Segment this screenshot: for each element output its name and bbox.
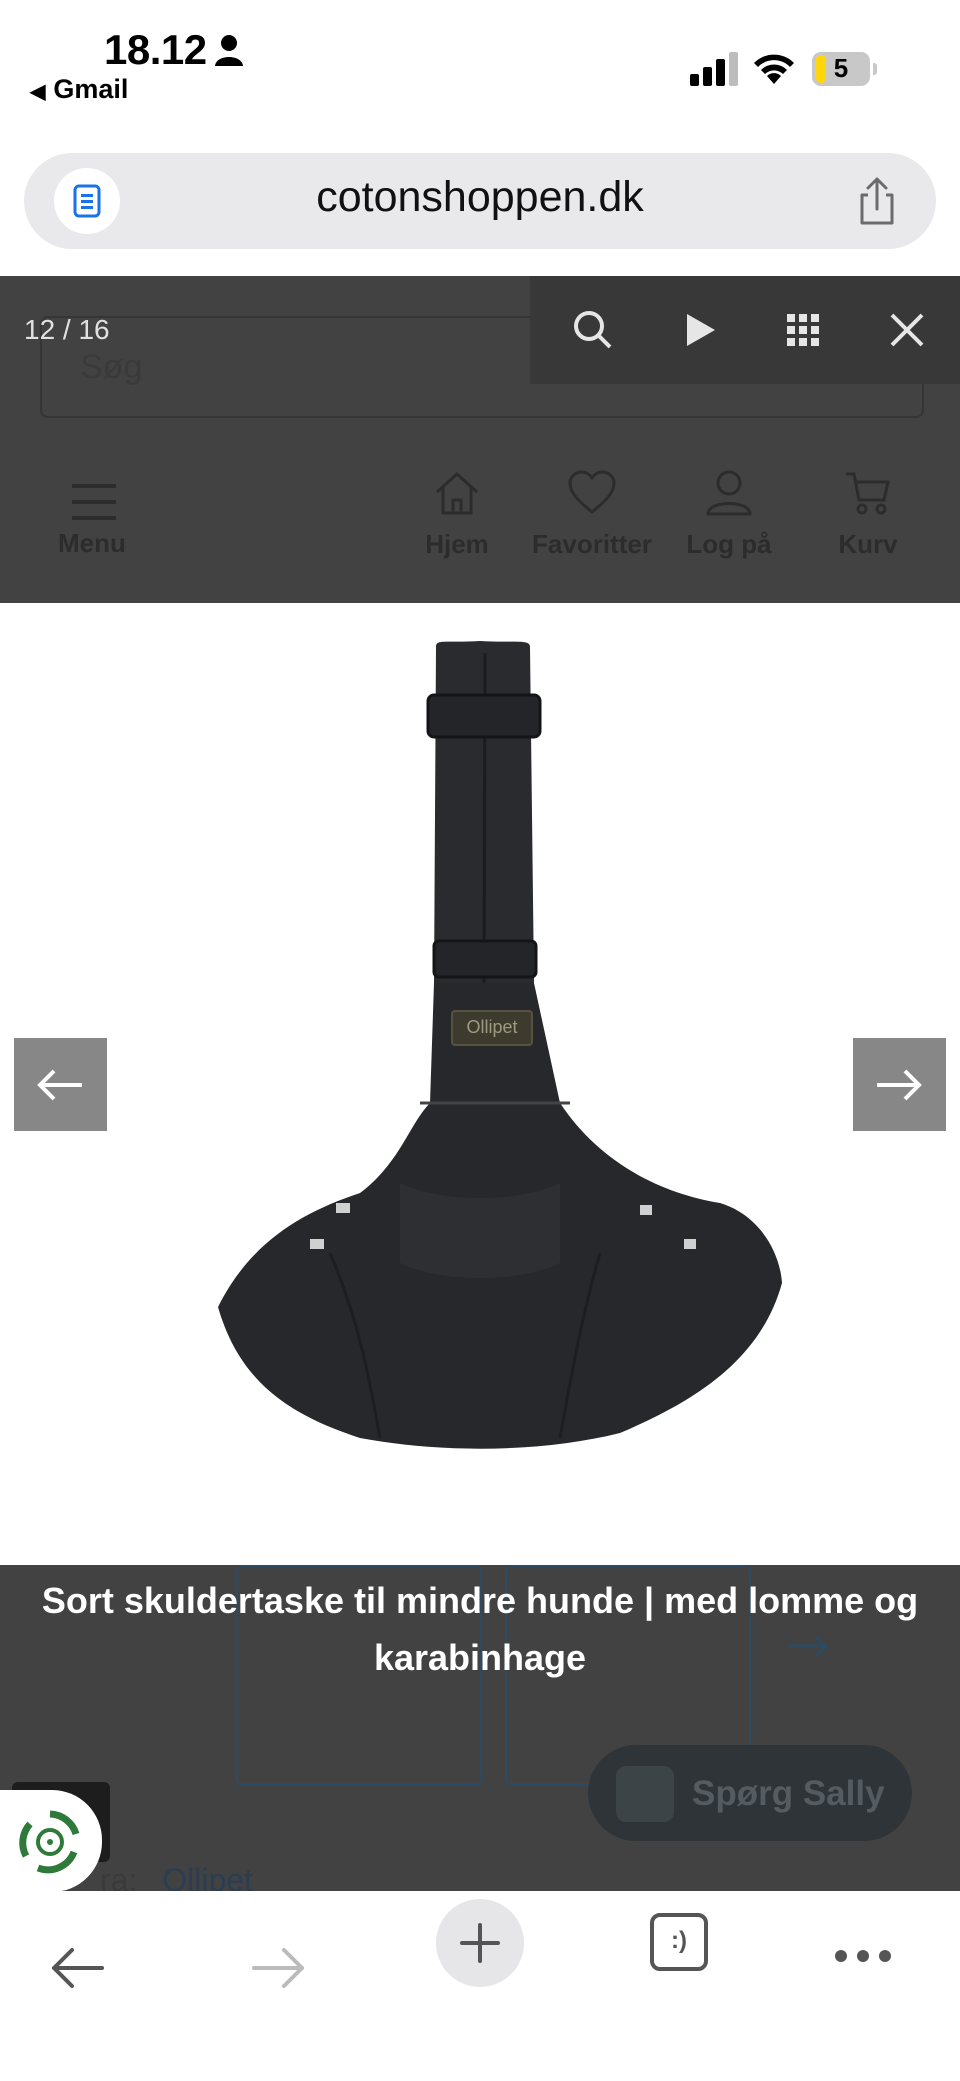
nav-home-label: Hjem [425,529,489,559]
grid-icon[interactable] [776,303,830,357]
nav-favorites[interactable]: Favoritter [527,470,657,560]
status-bar: 18.12 ◀ Gmail 5 [0,0,960,140]
play-icon[interactable] [672,303,726,357]
battery-icon: 5 [812,52,878,88]
share-icon[interactable] [854,175,900,227]
more-icon[interactable] [834,1949,892,1963]
previous-image-button[interactable] [14,1038,107,1131]
nav-login[interactable]: Log på [664,470,794,560]
menu-button[interactable] [34,462,150,582]
image-counter: 12 / 16 [24,314,110,345]
back-to-app-link[interactable]: ◀ Gmail [30,74,128,105]
heart-icon [568,470,616,514]
back-triangle-icon: ◀ [30,81,46,103]
nav-cart-label: Kurv [838,529,898,559]
status-time: 18.12 [104,26,207,73]
close-icon[interactable] [880,303,934,357]
hamburger-icon [72,484,116,520]
product-label: Ollipet [466,1017,518,1037]
nav-home[interactable]: Hjem [392,470,522,560]
lightbox-toolbar [530,276,960,384]
search-icon[interactable] [566,303,620,357]
back-app-label: Gmail [53,74,129,104]
browser-bottom-bar: :) [0,1891,960,2081]
url-text[interactable]: cotonshoppen.dk [24,173,936,222]
arrow-right-icon [877,1069,922,1101]
recycle-badge[interactable] [0,1790,102,1892]
address-bar[interactable]: cotonshoppen.dk [24,153,936,249]
home-icon [435,471,479,515]
chat-button-label: Spørg Sally [692,1774,885,1813]
tabs-icon: :) [671,1927,687,1954]
wifi-icon [754,54,794,84]
image-caption: Sort skuldertaske til mindre hunde | med… [41,1580,919,1678]
recycle-icon [19,1810,80,1874]
arrow-left-icon [37,1069,82,1101]
product-image-area: Ollipet [0,603,960,1565]
next-image-button[interactable] [853,1038,946,1131]
user-icon [706,470,752,516]
person-icon [215,35,243,66]
tabs-button[interactable]: :) [650,1913,708,1971]
nav-login-label: Log på [686,529,772,559]
back-arrow-icon[interactable] [48,1945,106,1991]
signal-icon [690,52,738,86]
site-search-placeholder: Søg [80,348,143,386]
menu-label: Menu [58,528,126,558]
forward-arrow-icon[interactable] [250,1945,308,1991]
nav-cart[interactable]: Kurv [803,470,933,560]
nav-favorites-label: Favoritter [532,529,652,559]
new-tab-icon [460,1923,500,1963]
cart-icon [846,472,890,515]
chat-avatar [616,1766,674,1822]
new-tab-button[interactable] [436,1899,524,1987]
battery-level: 5 [833,53,849,83]
product-image [218,641,782,1449]
